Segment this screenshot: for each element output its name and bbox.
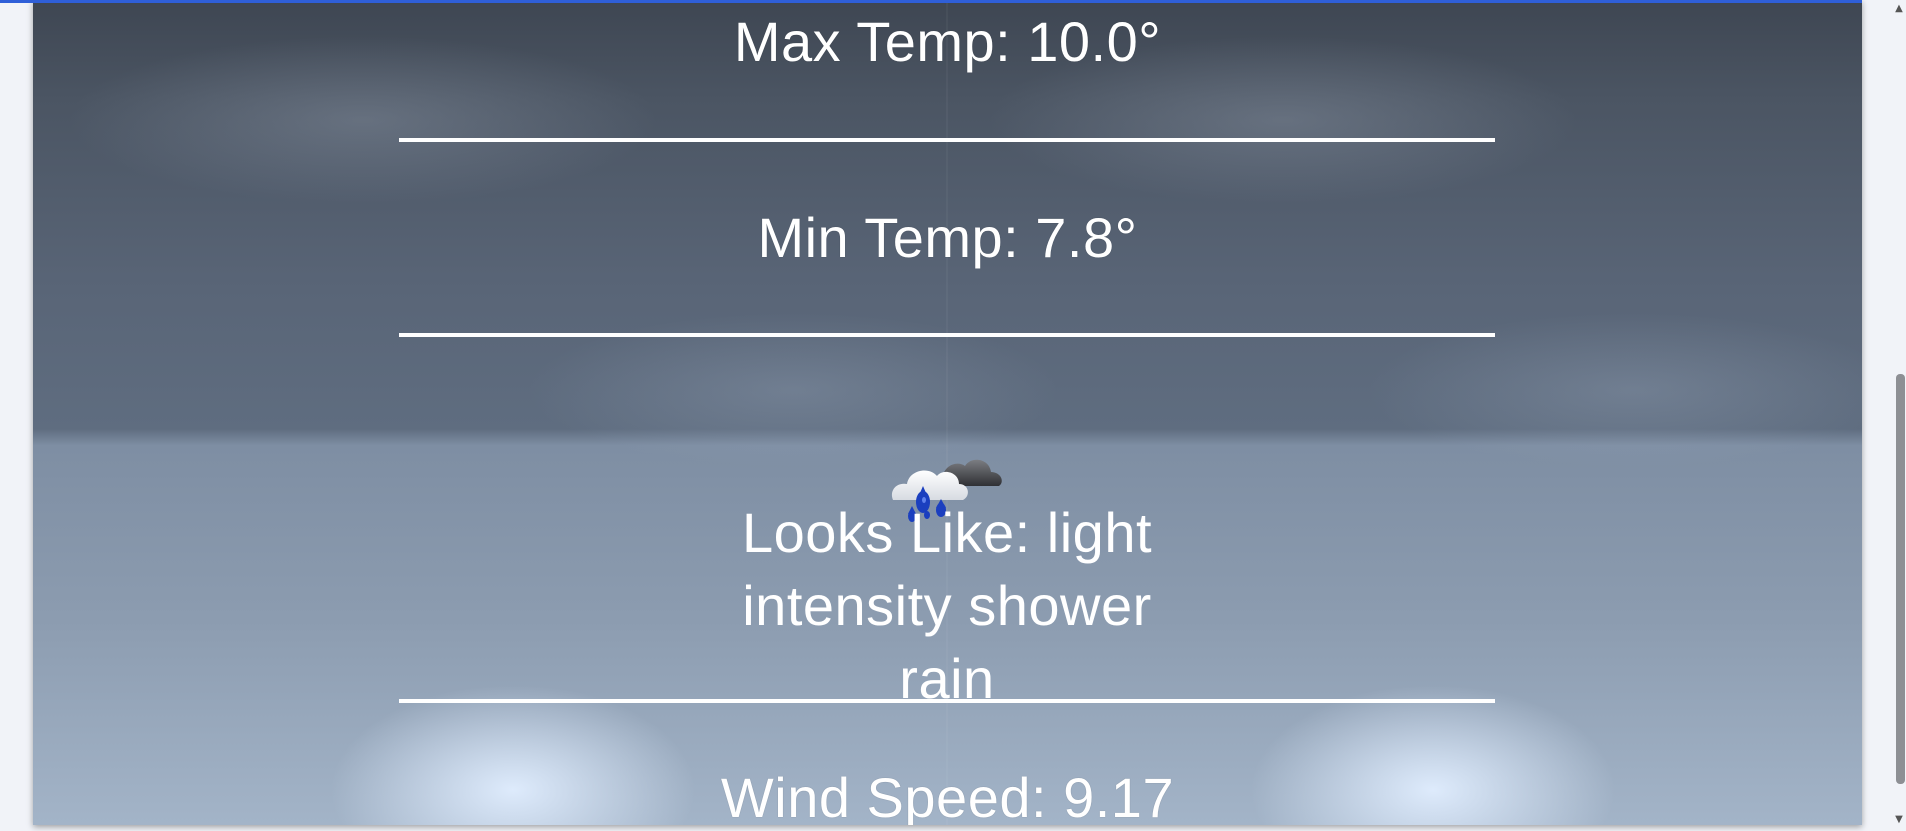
weather-details: Max Temp: 10.0° Min Temp: 7.8° Looks Lik… [33, 0, 1862, 825]
min-temp: Min Temp: 7.8° [757, 206, 1138, 269]
scroll-down-arrow[interactable]: ▼ [1894, 815, 1904, 825]
top-accent-bar [0, 0, 1862, 3]
wind-speed: Wind Speed: 9.17 [720, 766, 1175, 825]
weather-card: Max Temp: 10.0° Min Temp: 7.8° Looks Lik… [33, 0, 1862, 825]
max-temp: Max Temp: 10.0° [733, 10, 1162, 73]
vertical-scrollbar[interactable]: ▲ ▼ [1892, 0, 1906, 831]
divider [399, 138, 1495, 142]
weather-description: Looks Like: light intensity shower rain [741, 501, 1153, 710]
scroll-up-arrow[interactable]: ▲ [1894, 4, 1904, 14]
divider [399, 699, 1495, 703]
divider [399, 333, 1495, 337]
scrollbar-thumb[interactable] [1896, 374, 1905, 784]
weather-page: Max Temp: 10.0° Min Temp: 7.8° Looks Lik… [0, 0, 1906, 831]
